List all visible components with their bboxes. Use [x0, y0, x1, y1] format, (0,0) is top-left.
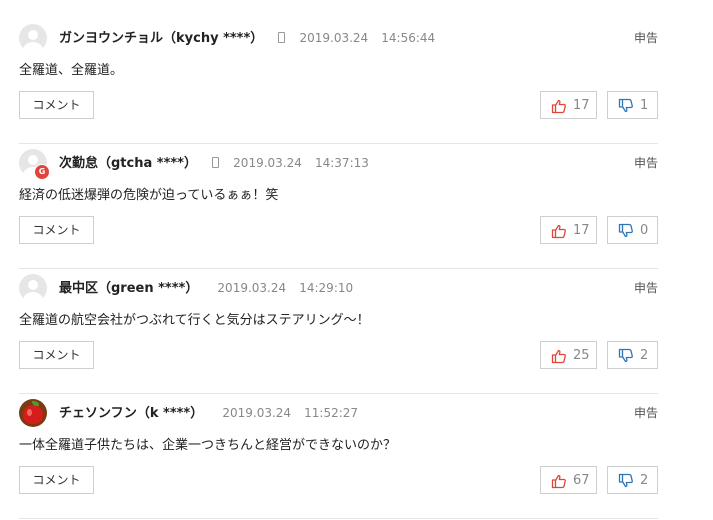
- comment-text: 全羅道、全羅道。: [19, 63, 124, 78]
- like-button[interactable]: 25: [540, 341, 597, 369]
- comment-text: 経済の低迷爆弾の危険が迫っているぁぁ！笑: [19, 188, 279, 203]
- avatar-head-shape: [28, 155, 38, 165]
- thumbs-down-icon: [618, 348, 633, 363]
- divider: [19, 518, 658, 519]
- like-count: 25: [573, 348, 590, 363]
- dislike-button[interactable]: 1: [607, 91, 658, 119]
- mobile-phone-icon: [212, 157, 220, 168]
- like-button[interactable]: 17: [540, 216, 597, 244]
- comment-text: 一体全羅道子供たちは、企業一つきちんと経営ができないのか？: [19, 438, 397, 453]
- dislike-count: 2: [640, 348, 649, 363]
- comment-text: 全羅道の航空会社がつぶれて行くと気分はステアリング〜！: [19, 313, 370, 328]
- comment-time: 14:29:10: [299, 281, 354, 295]
- thumbs-up-icon: [551, 474, 566, 489]
- apple-highlight-shape: [27, 409, 32, 416]
- comment-time: 11:52:27: [304, 406, 359, 420]
- apple-shape: [23, 405, 43, 424]
- comment-date: 2019.03.24: [217, 281, 287, 295]
- dislike-count: 1: [640, 98, 649, 113]
- reply-button[interactable]: コメント: [19, 216, 94, 244]
- comment-time: 14:56:44: [381, 31, 436, 45]
- avatar[interactable]: [19, 24, 47, 52]
- comment-meta: 最中区（green ****） 2019.03.24 14:29:10: [59, 277, 354, 296]
- author-name[interactable]: ガンヨウンチョル（kychy ****）: [59, 31, 263, 46]
- avatar[interactable]: [19, 274, 47, 302]
- thumbs-up-icon: [551, 99, 566, 114]
- author-name[interactable]: 次勤怠（gtcha ****）: [59, 156, 197, 171]
- dislike-count: 2: [640, 473, 649, 488]
- thumbs-up-icon: [551, 349, 566, 364]
- google-badge-icon: G: [34, 164, 50, 180]
- avatar-body-shape: [23, 42, 43, 52]
- like-button[interactable]: 17: [540, 91, 597, 119]
- avatar-head-shape: [28, 280, 38, 290]
- comment-item: チェソンフン（k ****） 2019.03.24 11:52:27 申告 一体…: [19, 394, 658, 519]
- comment-meta: チェソンフン（k ****） 2019.03.24 11:52:27: [59, 402, 359, 421]
- thumbs-up-icon: [551, 224, 566, 239]
- comment-date: 2019.03.24: [299, 31, 369, 45]
- comment-date: 2019.03.24: [222, 406, 292, 420]
- comment-item: 最中区（green ****） 2019.03.24 14:29:10 申告 全…: [19, 269, 658, 394]
- author-name[interactable]: チェソンフン（k ****）: [59, 406, 203, 421]
- comment-meta: ガンヨウンチョル（kychy ****） 2019.03.24 14:56:44: [59, 27, 436, 46]
- dislike-count: 0: [640, 223, 649, 238]
- thumbs-down-icon: [618, 223, 633, 238]
- reply-button[interactable]: コメント: [19, 341, 94, 369]
- report-link[interactable]: 申告: [634, 279, 658, 296]
- report-link[interactable]: 申告: [634, 404, 658, 421]
- like-count: 67: [573, 473, 590, 488]
- comment-time: 14:37:13: [314, 156, 369, 170]
- report-link[interactable]: 申告: [634, 29, 658, 46]
- dislike-button[interactable]: 2: [607, 466, 658, 494]
- reply-button[interactable]: コメント: [19, 466, 94, 494]
- comment-meta: 次勤怠（gtcha ****） 2019.03.24 14:37:13: [59, 152, 369, 171]
- avatar-head-shape: [28, 30, 38, 40]
- reply-button[interactable]: コメント: [19, 91, 94, 119]
- mobile-phone-icon: [278, 32, 286, 43]
- author-name[interactable]: 最中区（green ****）: [59, 281, 198, 296]
- like-count: 17: [573, 98, 590, 113]
- dislike-button[interactable]: 2: [607, 341, 658, 369]
- thumbs-down-icon: [618, 98, 633, 113]
- report-link[interactable]: 申告: [634, 154, 658, 171]
- comment-item: G 次勤怠（gtcha ****） 2019.03.24 14:37:13 申告…: [19, 144, 658, 269]
- avatar-body-shape: [23, 292, 43, 302]
- comment-item: ガンヨウンチョル（kychy ****） 2019.03.24 14:56:44…: [19, 19, 658, 144]
- thumbs-down-icon: [618, 473, 633, 488]
- like-count: 17: [573, 223, 590, 238]
- dislike-button[interactable]: 0: [607, 216, 658, 244]
- comment-date: 2019.03.24: [233, 156, 302, 170]
- avatar[interactable]: [19, 399, 47, 427]
- like-button[interactable]: 67: [540, 466, 597, 494]
